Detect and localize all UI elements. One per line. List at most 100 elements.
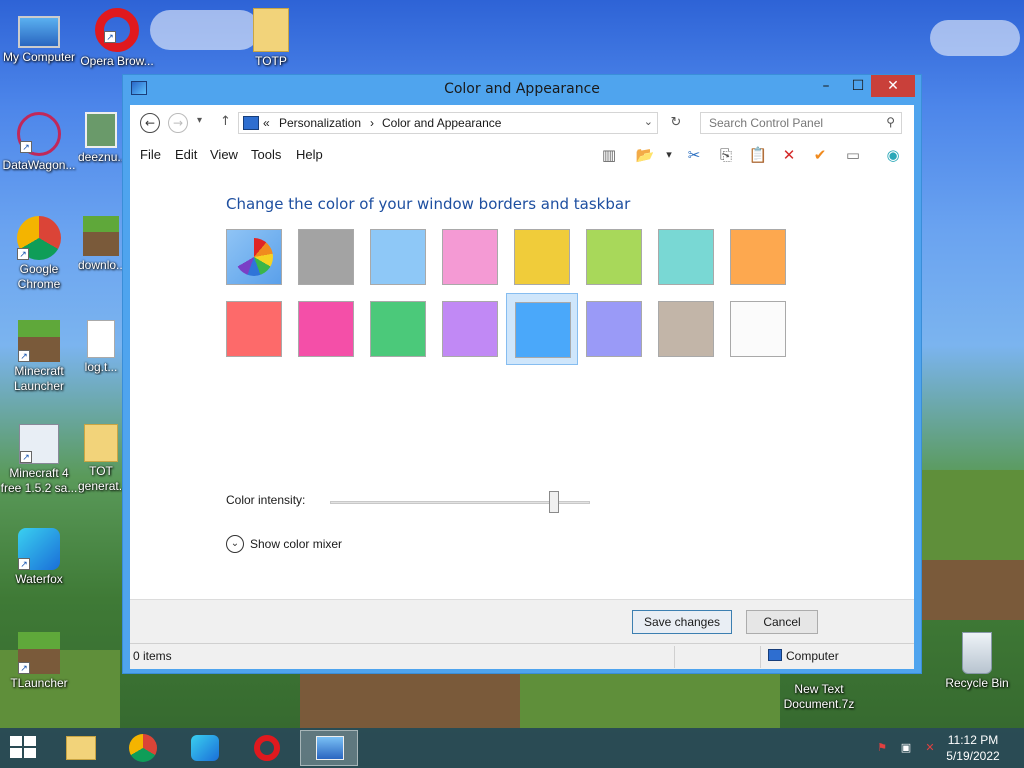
- taskbar-control-panel[interactable]: [300, 730, 358, 766]
- computer-icon: [18, 16, 60, 48]
- checkmark-icon[interactable]: ✔: [808, 144, 832, 166]
- desktop-icon-google-chrome[interactable]: ↗ Google Chrome: [0, 216, 78, 292]
- cut-icon[interactable]: ✂: [682, 144, 706, 166]
- panes-icon[interactable]: ▥: [597, 144, 621, 166]
- paste-icon[interactable]: 📋: [746, 144, 770, 166]
- desktop-icon-tlauncher[interactable]: ↗ TLauncher: [0, 632, 78, 691]
- desktop-icon-log[interactable]: log.t...: [78, 320, 124, 375]
- color-swatch-red[interactable]: [218, 293, 290, 365]
- action-center-flag-icon[interactable]: ⚑: [874, 740, 890, 756]
- desktop-icon-my-computer[interactable]: My Computer: [0, 8, 78, 65]
- color-swatch-purple[interactable]: [434, 293, 506, 365]
- back-button[interactable]: ←: [140, 113, 160, 133]
- volume-muted-icon[interactable]: ✕: [922, 740, 938, 756]
- clock[interactable]: 11:12 PM 5/19/2022: [938, 732, 1008, 764]
- taskbar-google-chrome[interactable]: [114, 730, 172, 766]
- taskbar-opera[interactable]: [238, 730, 296, 766]
- color-swatch-fill: [658, 229, 714, 285]
- network-icon[interactable]: ▣: [898, 740, 914, 756]
- color-swatch-lime[interactable]: [578, 221, 650, 293]
- desktop-icon-totp[interactable]: TOTP: [232, 8, 310, 69]
- color-swatch-white[interactable]: [722, 293, 794, 365]
- desktop-icon-deeznuts[interactable]: deeznu...: [78, 112, 124, 165]
- color-swatch-fill: [586, 229, 642, 285]
- show-color-mixer-label[interactable]: Show color mixer: [250, 537, 342, 551]
- breadcrumb-separator[interactable]: ›: [370, 116, 374, 130]
- menu-bar: File Edit View Tools Help ▥ 📂 ▾ ✂ ⎘ 📋 ✕ …: [130, 141, 914, 169]
- color-swatch-gray[interactable]: [290, 221, 362, 293]
- save-changes-button[interactable]: Save changes: [632, 610, 732, 634]
- desktop-icon-minecraft-launcher[interactable]: ↗ Minecraft Launcher: [0, 320, 78, 394]
- dropdown-icon[interactable]: ▾: [657, 144, 681, 166]
- desktop-icon-new-text-document[interactable]: New Text Document.7z: [778, 682, 860, 712]
- color-swatch-light-blue[interactable]: [362, 221, 434, 293]
- recent-pages-dropdown[interactable]: ▾: [197, 115, 202, 126]
- breadcrumb-personalization[interactable]: Personalization: [279, 116, 361, 130]
- desktop-icon-label: Recycle Bin: [945, 676, 1009, 690]
- menu-file[interactable]: File: [140, 147, 161, 162]
- desktop-icon-datawagon[interactable]: ↗ DataWagon...: [0, 112, 78, 173]
- desktop-icon-label: Waterfox: [15, 572, 63, 586]
- menu-view[interactable]: View: [210, 147, 238, 162]
- location-label: Computer: [786, 649, 839, 663]
- color-swatch-orange[interactable]: [722, 221, 794, 293]
- desktop-icon-opera[interactable]: ↗ Opera Brow...: [78, 8, 156, 69]
- folder-icon: [253, 8, 289, 52]
- color-swatch-green[interactable]: [362, 293, 434, 365]
- color-swatch-fill: [298, 229, 354, 285]
- desktop-icon-waterfox[interactable]: ↗ Waterfox: [0, 528, 78, 587]
- taskbar-file-explorer[interactable]: [52, 730, 110, 766]
- text-file-icon: [87, 320, 115, 358]
- properties-icon[interactable]: ▭: [841, 144, 865, 166]
- item-count: 0 items: [133, 649, 172, 663]
- grass-block-icon: ↗: [18, 632, 60, 674]
- taskbar-waterfox[interactable]: [176, 730, 234, 766]
- chevron-down-icon[interactable]: ⌄: [226, 535, 244, 553]
- color-swatch-magenta[interactable]: [290, 293, 362, 365]
- copy-icon[interactable]: ⎘: [714, 144, 738, 166]
- desktop-icon-download[interactable]: downlo...: [78, 216, 124, 273]
- start-button[interactable]: [10, 736, 38, 760]
- close-button[interactable]: ✕: [871, 75, 915, 97]
- navigation-bar: ← → ▾ ↑ « Personalization › Color and Ap…: [130, 105, 914, 141]
- menu-help[interactable]: Help: [296, 147, 323, 162]
- menu-edit[interactable]: Edit: [175, 147, 197, 162]
- breadcrumb-color-and-appearance[interactable]: Color and Appearance: [382, 116, 501, 130]
- globe-icon[interactable]: ◉: [881, 144, 905, 166]
- delete-icon[interactable]: ✕: [777, 144, 801, 166]
- shortcut-arrow-icon: ↗: [17, 248, 29, 260]
- desktop-icon-totp-generator[interactable]: TOT generat...: [78, 424, 124, 494]
- search-icon[interactable]: ⚲: [886, 115, 895, 129]
- color-intensity-slider-thumb[interactable]: [548, 491, 559, 513]
- desktop-icon-recycle-bin[interactable]: Recycle Bin: [936, 632, 1018, 691]
- installer-icon: ↗: [19, 424, 59, 464]
- waterfox-icon: ↗: [18, 528, 60, 570]
- address-dropdown-icon[interactable]: ⌄: [644, 115, 653, 128]
- desktop-icon-label: Minecraft Launcher: [13, 364, 65, 393]
- folder-icon: [84, 424, 118, 462]
- color-swatch-blue[interactable]: [506, 293, 578, 365]
- color-swatch-pink[interactable]: [434, 221, 506, 293]
- menu-tools[interactable]: Tools: [251, 147, 281, 162]
- forward-button[interactable]: →: [168, 113, 188, 133]
- desktop-icon-minecraft-4-free[interactable]: ↗ Minecraft 4 free 1.5.2 sa...: [0, 424, 78, 496]
- minimize-button[interactable]: –: [811, 75, 841, 97]
- color-swatch-fill: [730, 229, 786, 285]
- address-overflow-chevron[interactable]: «: [263, 116, 270, 130]
- folder-check-icon[interactable]: 📂: [633, 144, 657, 166]
- search-input[interactable]: Search Control Panel ⚲: [700, 112, 902, 134]
- up-button[interactable]: ↑: [220, 114, 231, 129]
- color-swatch-teal[interactable]: [650, 221, 722, 293]
- maximize-button[interactable]: ☐: [843, 75, 873, 97]
- refresh-button[interactable]: ↻: [664, 112, 688, 134]
- windows-logo-icon: [24, 736, 36, 746]
- title-bar[interactable]: Color and Appearance – ☐ ✕: [123, 75, 921, 105]
- address-bar[interactable]: « Personalization › Color and Appearance…: [238, 112, 658, 134]
- color-swatch-periwinkle[interactable]: [578, 293, 650, 365]
- cancel-button[interactable]: Cancel: [746, 610, 818, 634]
- color-swatch-yellow[interactable]: [506, 221, 578, 293]
- color-swatch-automatic[interactable]: [218, 221, 290, 293]
- color-swatch-taupe[interactable]: [650, 293, 722, 365]
- clock-date: 5/19/2022: [946, 749, 1000, 763]
- cloud: [930, 20, 1020, 56]
